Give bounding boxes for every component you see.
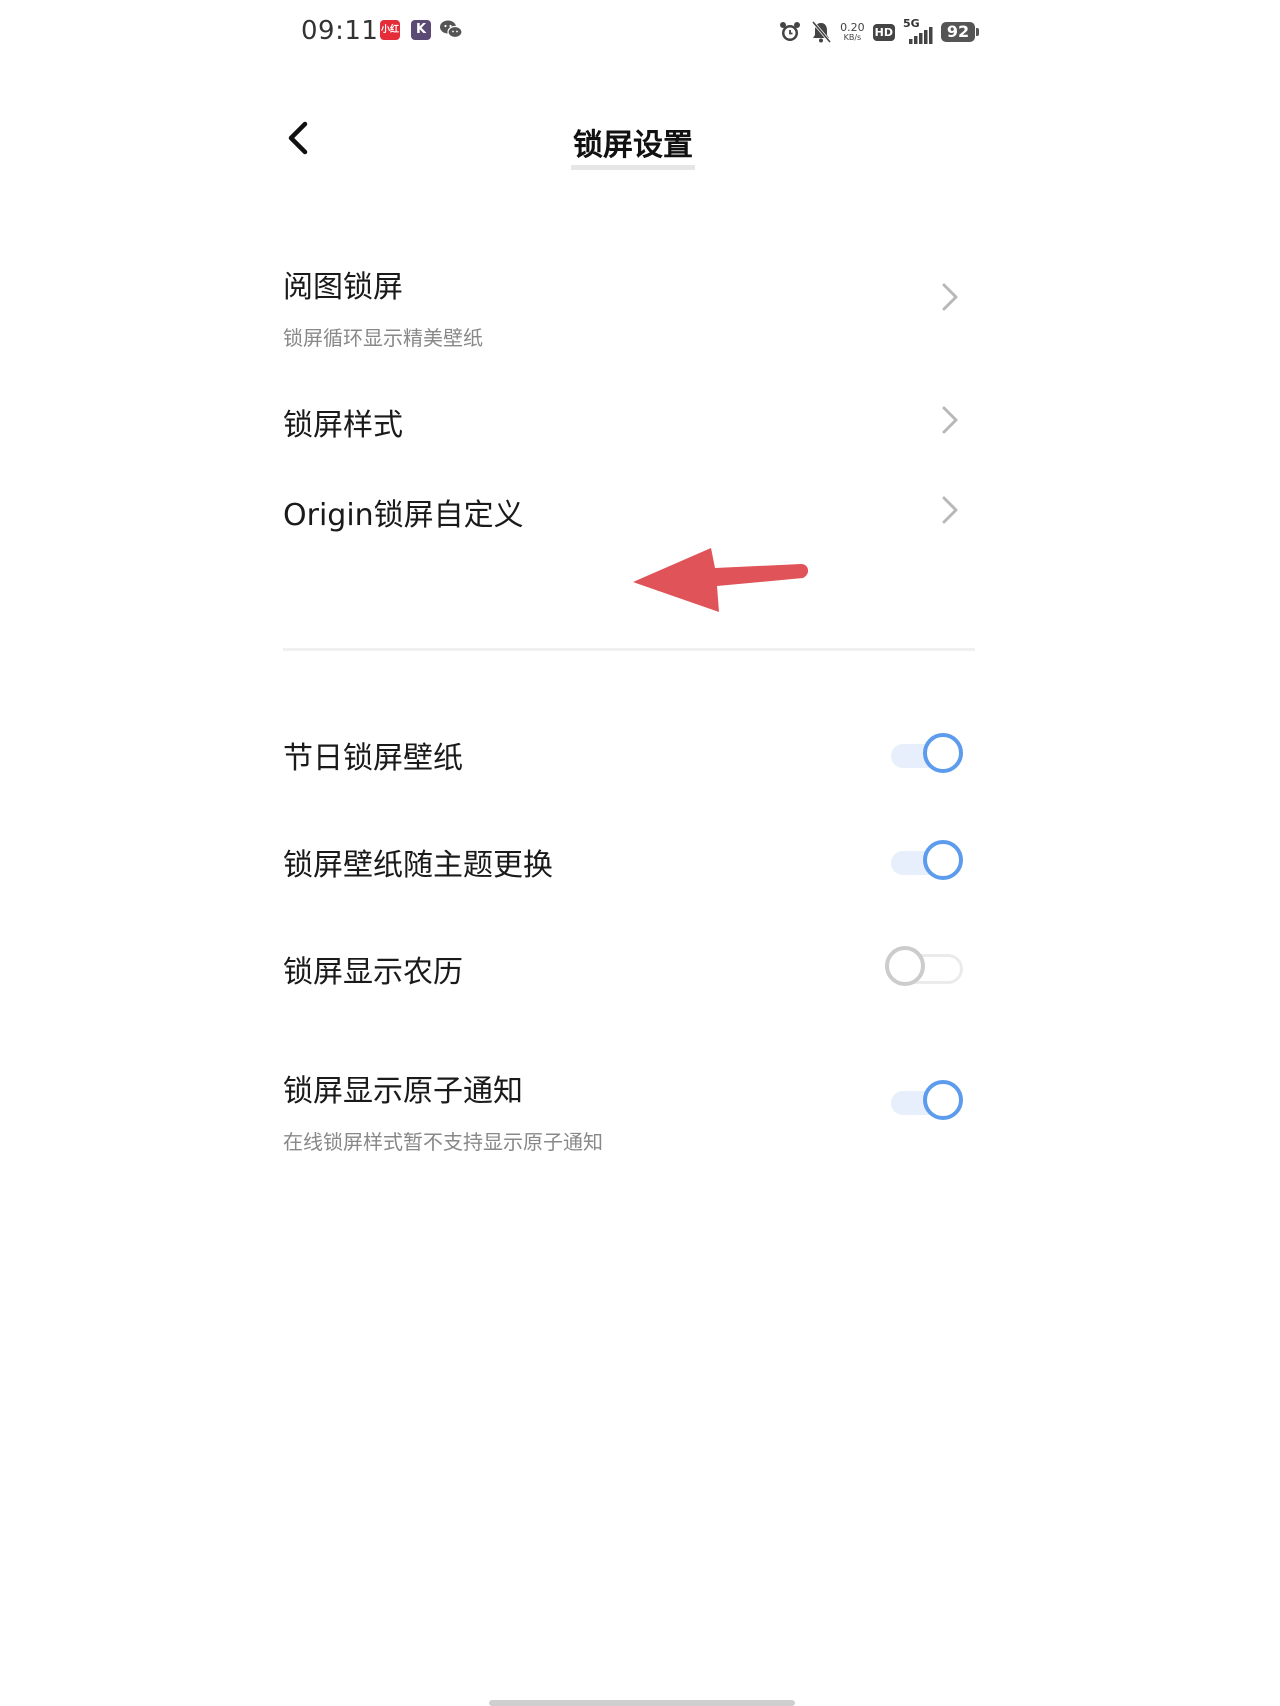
holiday-wallpaper-toggle[interactable] [885,731,967,781]
toggle-row-atomic-notifications: 锁屏显示原子通知 在线锁屏样式暂不支持显示原子通知 [283,1066,983,1156]
lunar-calendar-toggle[interactable] [885,944,967,994]
status-bar: 09:11 小红书 K 0.20 KB/s HD 5G 92 [283,0,983,62]
home-indicator[interactable] [489,1700,795,1706]
toggle-row-wallpaper-follows-theme: 锁屏壁纸随主题更换 [283,840,983,890]
status-time: 09:11 [301,16,379,46]
annotation-arrow-icon [633,548,809,612]
battery-indicator: 92 [941,22,979,42]
red-app-icon: 小红书 [380,20,400,55]
toggle-row-title: 节日锁屏壁纸 [283,741,463,776]
page-title: 锁屏设置 [283,120,983,170]
menu-item-title: 阅图锁屏 [283,270,403,305]
wechat-icon [440,20,463,39]
menu-item-subtitle: 锁屏循环显示精美壁纸 [283,326,483,350]
bell-muted-icon [812,21,832,43]
menu-item-title: 锁屏样式 [283,408,403,443]
toggle-row-lunar-calendar: 锁屏显示农历 [283,944,983,997]
toggle-row-title: 锁屏显示农历 [283,955,463,990]
status-indicators: 0.20 KB/s HD 5G 92 [778,15,979,49]
alarm-clock-icon [780,22,801,41]
signal-strength-icon: 5G [903,17,933,47]
chevron-right-icon [942,496,958,524]
menu-item-lockscreen-style[interactable]: 锁屏样式 [283,400,983,450]
network-speed: 0.20 KB/s [840,21,865,42]
k-app-icon: K [411,20,431,40]
wallpaper-follows-theme-toggle[interactable] [885,838,967,888]
toggle-row-title: 锁屏显示原子通知 [283,1074,523,1109]
chevron-right-icon [942,406,958,434]
menu-item-origin-lockscreen-custom[interactable]: Origin锁屏自定义 [283,490,983,540]
menu-item-browse-lockscreen[interactable]: 阅图锁屏 锁屏循环显示精美壁纸 [283,262,983,352]
toggle-row-title: 锁屏壁纸随主题更换 [283,848,553,883]
atomic-notifications-toggle[interactable] [885,1078,967,1128]
toggle-row-subtitle: 在线锁屏样式暂不支持显示原子通知 [283,1130,603,1154]
chevron-right-icon [942,283,958,311]
hd-badge: HD [872,23,895,41]
menu-item-title: Origin锁屏自定义 [283,498,524,533]
lock-screen-settings-page: 09:11 小红书 K 0.20 KB/s HD 5G 92 锁屏设置 阅图锁屏… [283,0,983,1706]
toggle-row-holiday-wallpaper: 节日锁屏壁纸 [283,733,983,783]
section-divider [283,648,975,651]
